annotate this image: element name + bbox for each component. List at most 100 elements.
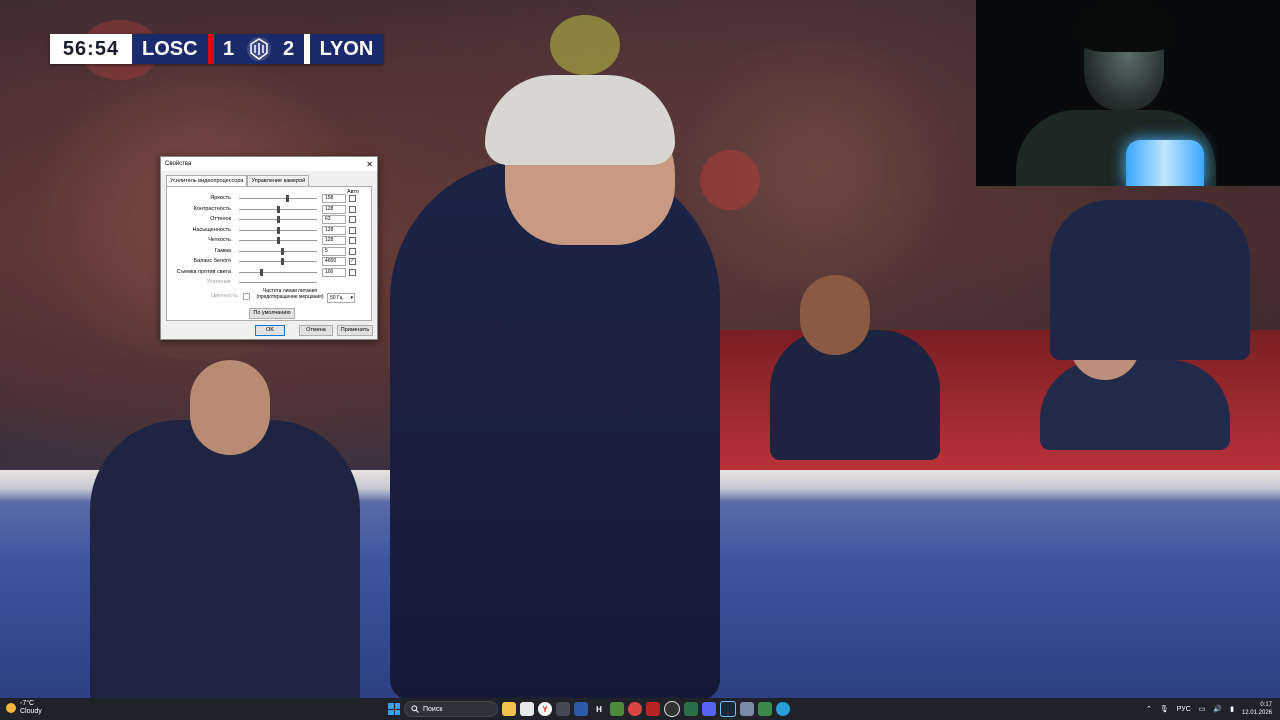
battery-icon[interactable]: ▮ [1230, 705, 1234, 713]
tab-video-processor[interactable]: Усилитель видеопроцессора [166, 175, 248, 186]
clock-date: 12.01.2026 [1241, 710, 1272, 716]
slider-thumb-contrast[interactable] [277, 205, 280, 213]
weather-widget[interactable]: -7°C Cloudy [6, 700, 42, 716]
store-icon[interactable] [556, 702, 570, 716]
powerline-frequency-label: Частота линии питания (предотвращение ме… [256, 288, 324, 300]
settings-icon[interactable] [740, 702, 754, 716]
slider-thumb-hue[interactable] [277, 216, 280, 223]
control-label: Съемка против света [176, 268, 231, 275]
slider-track-gamma[interactable] [239, 250, 317, 252]
microphone-icon[interactable]: 🎙 [1160, 705, 1169, 713]
close-icon[interactable]: ✕ [366, 160, 373, 169]
file-explorer-icon[interactable] [502, 702, 516, 716]
search-placeholder: Поиск [423, 705, 443, 713]
slider-thumb-backlight[interactable] [260, 268, 264, 276]
tab-camera-control[interactable]: Управление камерой [247, 175, 310, 186]
value-field-brightness[interactable]: 158 [322, 194, 346, 203]
score-bar: LOSC 1 2 LYON [132, 34, 384, 64]
default-button[interactable]: По умолчанию [249, 308, 295, 319]
volume-icon[interactable]: 🔊 [1213, 705, 1222, 713]
control-label: Баланс белого [193, 258, 232, 264]
language-indicator[interactable]: РУС [1177, 706, 1191, 713]
control-label: Контрастность [193, 205, 231, 212]
control-label: Гамма [214, 247, 231, 254]
taskbar: -7°C Cloudy Поиск Y H ⌃ 🎙 РУС ▭ 🔊 ▮ 0:17… [0, 698, 1280, 720]
notes-icon[interactable] [520, 702, 534, 716]
control-row-sharpness: Четкость 128 [167, 236, 371, 245]
steam-icon[interactable] [720, 701, 736, 717]
camera-properties-dialog: Свойства ✕ Усилитель видеопроцессора Упр… [160, 156, 378, 340]
weather-icon [6, 703, 16, 713]
control-row-gain: Усиление [167, 278, 371, 287]
control-row-backlight: Съемка против света 100 [167, 267, 371, 277]
league-logo-icon [244, 34, 274, 64]
control-label: Яркость [210, 195, 231, 201]
cancel-button[interactable]: Отмена [299, 325, 333, 336]
auto-checkbox-backlight[interactable] [349, 268, 356, 276]
clock-time: 0:17 [1260, 702, 1272, 708]
slider-thumb-gamma[interactable] [280, 247, 284, 255]
powerline-frequency-value: 50 Гц [330, 295, 343, 301]
network-icon[interactable]: ▭ [1199, 705, 1206, 713]
control-label: Четкость [208, 237, 231, 243]
value-field-hue[interactable]: 63 [322, 215, 346, 224]
control-row-hue: Оттенок 63 [167, 215, 371, 224]
control-row-contrast: Контрастность 128 [167, 204, 371, 214]
slider-thumb-white-balance[interactable] [280, 258, 284, 265]
control-row-brightness: Яркость 158 [167, 194, 371, 203]
value-field-sharpness[interactable]: 128 [322, 236, 346, 245]
terminal-icon[interactable] [684, 702, 698, 716]
match-clock: 56:54 [50, 34, 132, 64]
start-icon[interactable] [388, 703, 400, 715]
slider-thumb-saturation[interactable] [277, 226, 280, 234]
edge-icon[interactable] [776, 702, 790, 716]
auto-checkbox-saturation[interactable] [349, 226, 356, 234]
home-team-name: LOSC [142, 37, 198, 60]
shield-icon[interactable] [646, 702, 660, 716]
search-box[interactable]: Поиск [404, 701, 498, 717]
away-score: 2 [283, 37, 295, 60]
minecraft-icon[interactable] [610, 702, 624, 716]
auto-checkbox-hue[interactable] [349, 216, 356, 223]
dialog-title: Свойства [165, 161, 192, 167]
slider-track-backlight[interactable] [239, 271, 317, 273]
search-icon [411, 705, 419, 713]
h-app-icon[interactable]: H [592, 702, 606, 716]
color-checkbox[interactable] [243, 293, 250, 300]
weather-temp: -7°C [20, 700, 35, 707]
value-field-gamma[interactable]: 5 [322, 246, 346, 256]
value-field-backlight[interactable]: 100 [322, 267, 346, 277]
game-icon[interactable] [758, 702, 772, 716]
player-left [90, 420, 360, 698]
slider-track-white-balance[interactable] [239, 261, 317, 262]
auto-checkbox-white-balance[interactable]: ✓ [349, 258, 356, 265]
video-processor-panel: Авто Яркость 158 Контрастность 128 Оттенок 63… [166, 186, 372, 321]
auto-checkbox-contrast[interactable] [349, 205, 356, 213]
color-label: Цветность [211, 293, 238, 299]
value-field-contrast[interactable]: 128 [322, 204, 346, 214]
value-field-white-balance[interactable]: 4650 [322, 257, 346, 266]
weather-desc: Cloudy [20, 708, 42, 715]
obs-icon[interactable] [664, 701, 680, 717]
slider-thumb-sharpness[interactable] [277, 237, 280, 244]
auto-checkbox-sharpness[interactable] [349, 237, 356, 244]
chrome-icon[interactable] [628, 702, 642, 716]
slider-track-brightness[interactable] [239, 198, 317, 199]
discord-icon[interactable] [702, 702, 716, 716]
auto-checkbox-brightness[interactable] [349, 195, 356, 202]
chevron-up-icon[interactable]: ⌃ [1146, 705, 1152, 713]
ok-button[interactable]: OK [255, 325, 285, 336]
control-label: Усиление [206, 279, 231, 285]
slider-track-gain[interactable] [239, 282, 317, 283]
apply-button[interactable]: Применить [337, 325, 373, 336]
system-tray: ⌃ 🎙 РУС ▭ 🔊 ▮ 0:17 12.01.2026 [1146, 700, 1272, 718]
clock[interactable]: 0:17 12.01.2026 [1242, 701, 1272, 717]
webcam-overlay [976, 0, 1280, 186]
yandex-browser-icon[interactable]: Y [538, 702, 552, 716]
powerline-frequency-select[interactable]: 50 Гц ▾ [327, 293, 355, 303]
app-icon[interactable] [574, 702, 588, 716]
slider-thumb-brightness[interactable] [286, 195, 290, 202]
auto-checkbox-gamma[interactable] [349, 247, 356, 255]
dialog-titlebar[interactable]: Свойства ✕ [161, 157, 377, 171]
value-field-saturation[interactable]: 128 [322, 225, 346, 235]
